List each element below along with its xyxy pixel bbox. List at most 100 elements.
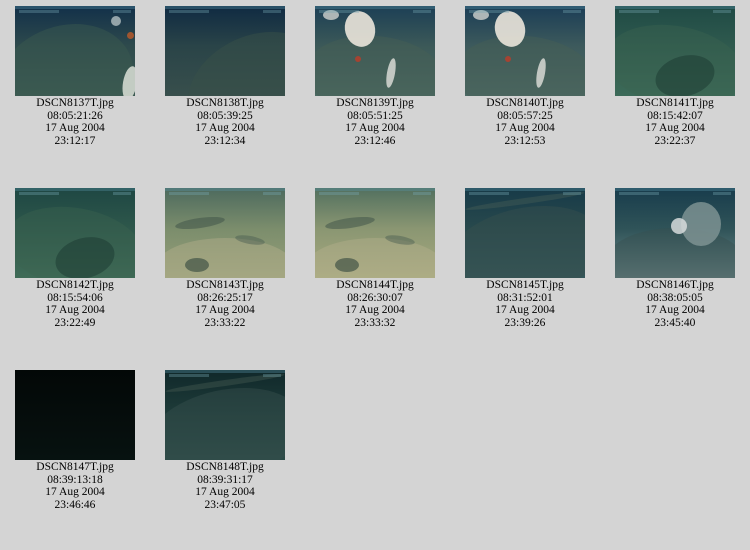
scene-detail — [315, 30, 435, 96]
capture-time: 23:33:32 — [354, 316, 396, 329]
capture-time: 23:39:26 — [504, 316, 546, 329]
capture-date: 17 Aug 2004 — [195, 486, 255, 499]
thumbnail-image[interactable] — [15, 370, 135, 460]
overlay-band — [615, 6, 735, 9]
thumbnail-image[interactable] — [615, 188, 735, 278]
capture-date: 17 Aug 2004 — [45, 122, 105, 135]
thumbnail-caption: DSCN8139T.jpg 08:05:51:25 17 Aug 2004 23:12… — [300, 97, 450, 147]
capture-time: 23:46:46 — [54, 498, 96, 511]
thumbnail-item: DSCN8146T.jpg 08:38:05:05 17 Aug 2004 23:45… — [600, 188, 750, 329]
overlay-band — [465, 6, 585, 9]
file-name[interactable]: DSCN8147T.jpg — [0, 461, 150, 474]
timecode: 08:15:42:07 — [647, 109, 703, 122]
capture-time: 23:12:53 — [504, 134, 546, 147]
overlay-text-left — [319, 192, 359, 195]
capture-time: 23:22:37 — [654, 134, 696, 147]
overlay-text-right — [563, 192, 581, 195]
overlay-text-left — [469, 10, 509, 13]
overlay-text-left — [469, 192, 509, 195]
thumbnail-image[interactable] — [465, 188, 585, 278]
thumbnail-item: DSCN8144T.jpg 08:26:30:07 17 Aug 2004 23:33… — [300, 188, 450, 329]
file-name[interactable]: DSCN8146T.jpg — [600, 279, 750, 292]
thumbnail-image[interactable] — [15, 188, 135, 278]
file-name[interactable]: DSCN8138T.jpg — [150, 97, 300, 110]
overlay-band — [165, 6, 285, 9]
overlay-text-right — [413, 192, 431, 195]
scene-detail — [355, 56, 361, 62]
file-name[interactable]: DSCN8142T.jpg — [0, 279, 150, 292]
file-name[interactable]: DSCN8137T.jpg — [0, 97, 150, 110]
overlay-text-right — [113, 10, 131, 13]
thumbnail-caption: DSCN8138T.jpg 08:05:39:25 17 Aug 2004 23:12… — [150, 97, 300, 147]
timecode: 08:26:25:17 — [197, 291, 253, 304]
thumbnail-item: DSCN8141T.jpg 08:15:42:07 17 Aug 2004 23:22… — [600, 6, 750, 147]
thumbnail-image[interactable] — [615, 6, 735, 96]
scene-detail — [681, 202, 721, 246]
scene-detail — [174, 214, 226, 232]
file-name[interactable]: DSCN8143T.jpg — [150, 279, 300, 292]
overlay-band — [15, 6, 135, 9]
file-name[interactable]: DSCN8148T.jpg — [150, 461, 300, 474]
capture-date: 17 Aug 2004 — [495, 122, 555, 135]
overlay-text-right — [413, 10, 431, 13]
scene-detail — [324, 214, 376, 232]
thumbnail-image[interactable] — [315, 6, 435, 96]
timecode: 08:05:51:25 — [347, 109, 403, 122]
timecode: 08:05:21:26 — [47, 109, 103, 122]
file-name[interactable]: DSCN8145T.jpg — [450, 279, 600, 292]
thumbnail-image[interactable] — [465, 6, 585, 96]
capture-date: 17 Aug 2004 — [645, 304, 705, 317]
timecode: 08:39:13:18 — [47, 473, 103, 486]
timecode: 08:31:52:01 — [497, 291, 553, 304]
capture-time: 23:33:22 — [204, 316, 246, 329]
thumbnail-caption: DSCN8147T.jpg 08:39:13:18 17 Aug 2004 23:46… — [0, 461, 150, 511]
timecode: 08:26:30:07 — [347, 291, 403, 304]
overlay-band — [615, 188, 735, 191]
file-name[interactable]: DSCN8139T.jpg — [300, 97, 450, 110]
overlay-band — [165, 370, 285, 373]
scene-detail — [170, 11, 285, 96]
overlay-band — [315, 188, 435, 191]
thumbnail-image[interactable] — [165, 370, 285, 460]
timecode: 08:15:54:06 — [47, 291, 103, 304]
thumbnail-caption: DSCN8140T.jpg 08:05:57:25 17 Aug 2004 23:12… — [450, 97, 600, 147]
overlay-band — [465, 188, 585, 191]
thumbnail-image[interactable] — [15, 6, 135, 96]
overlay-text-left — [319, 10, 359, 13]
thumbnail-image[interactable] — [165, 6, 285, 96]
overlay-band — [15, 188, 135, 191]
thumbnail-item: DSCN8143T.jpg 08:26:25:17 17 Aug 2004 23:33… — [150, 188, 300, 329]
timecode: 08:05:57:25 — [497, 109, 553, 122]
thumbnail-image[interactable] — [165, 188, 285, 278]
overlay-text-right — [263, 10, 281, 13]
capture-date: 17 Aug 2004 — [45, 304, 105, 317]
capture-date: 17 Aug 2004 — [645, 122, 705, 135]
file-name[interactable]: DSCN8141T.jpg — [600, 97, 750, 110]
thumbnail-item: DSCN8140T.jpg 08:05:57:25 17 Aug 2004 23:12… — [450, 6, 600, 147]
file-name[interactable]: DSCN8140T.jpg — [450, 97, 600, 110]
overlay-text-right — [563, 10, 581, 13]
capture-date: 17 Aug 2004 — [345, 122, 405, 135]
file-name[interactable]: DSCN8144T.jpg — [300, 279, 450, 292]
overlay-text-right — [713, 192, 731, 195]
capture-time: 23:22:49 — [54, 316, 96, 329]
thumbnail-item: DSCN8138T.jpg 08:05:39:25 17 Aug 2004 23:12… — [150, 6, 300, 147]
capture-time: 23:47:05 — [204, 498, 246, 511]
capture-date: 17 Aug 2004 — [495, 304, 555, 317]
thumbnail-image[interactable] — [315, 188, 435, 278]
thumbnail-caption: DSCN8137T.jpg 08:05:21:26 17 Aug 2004 23:12… — [0, 97, 150, 147]
overlay-text-right — [263, 374, 281, 377]
scene-detail — [505, 56, 511, 62]
capture-time: 23:45:40 — [654, 316, 696, 329]
capture-time: 23:12:46 — [354, 134, 396, 147]
timecode: 08:05:39:25 — [197, 109, 253, 122]
capture-date: 17 Aug 2004 — [45, 486, 105, 499]
thumbnail-item: DSCN8145T.jpg 08:31:52:01 17 Aug 2004 23:39… — [450, 188, 600, 329]
overlay-band — [315, 6, 435, 9]
thumbnail-caption: DSCN8146T.jpg 08:38:05:05 17 Aug 2004 23:45… — [600, 279, 750, 329]
overlay-text-left — [169, 192, 209, 195]
overlay-text-right — [713, 10, 731, 13]
overlay-text-left — [619, 192, 659, 195]
thumbnail-caption: DSCN8148T.jpg 08:39:31:17 17 Aug 2004 23:47… — [150, 461, 300, 511]
thumbnail-item: DSCN8148T.jpg 08:39:31:17 17 Aug 2004 23:47… — [150, 370, 300, 511]
